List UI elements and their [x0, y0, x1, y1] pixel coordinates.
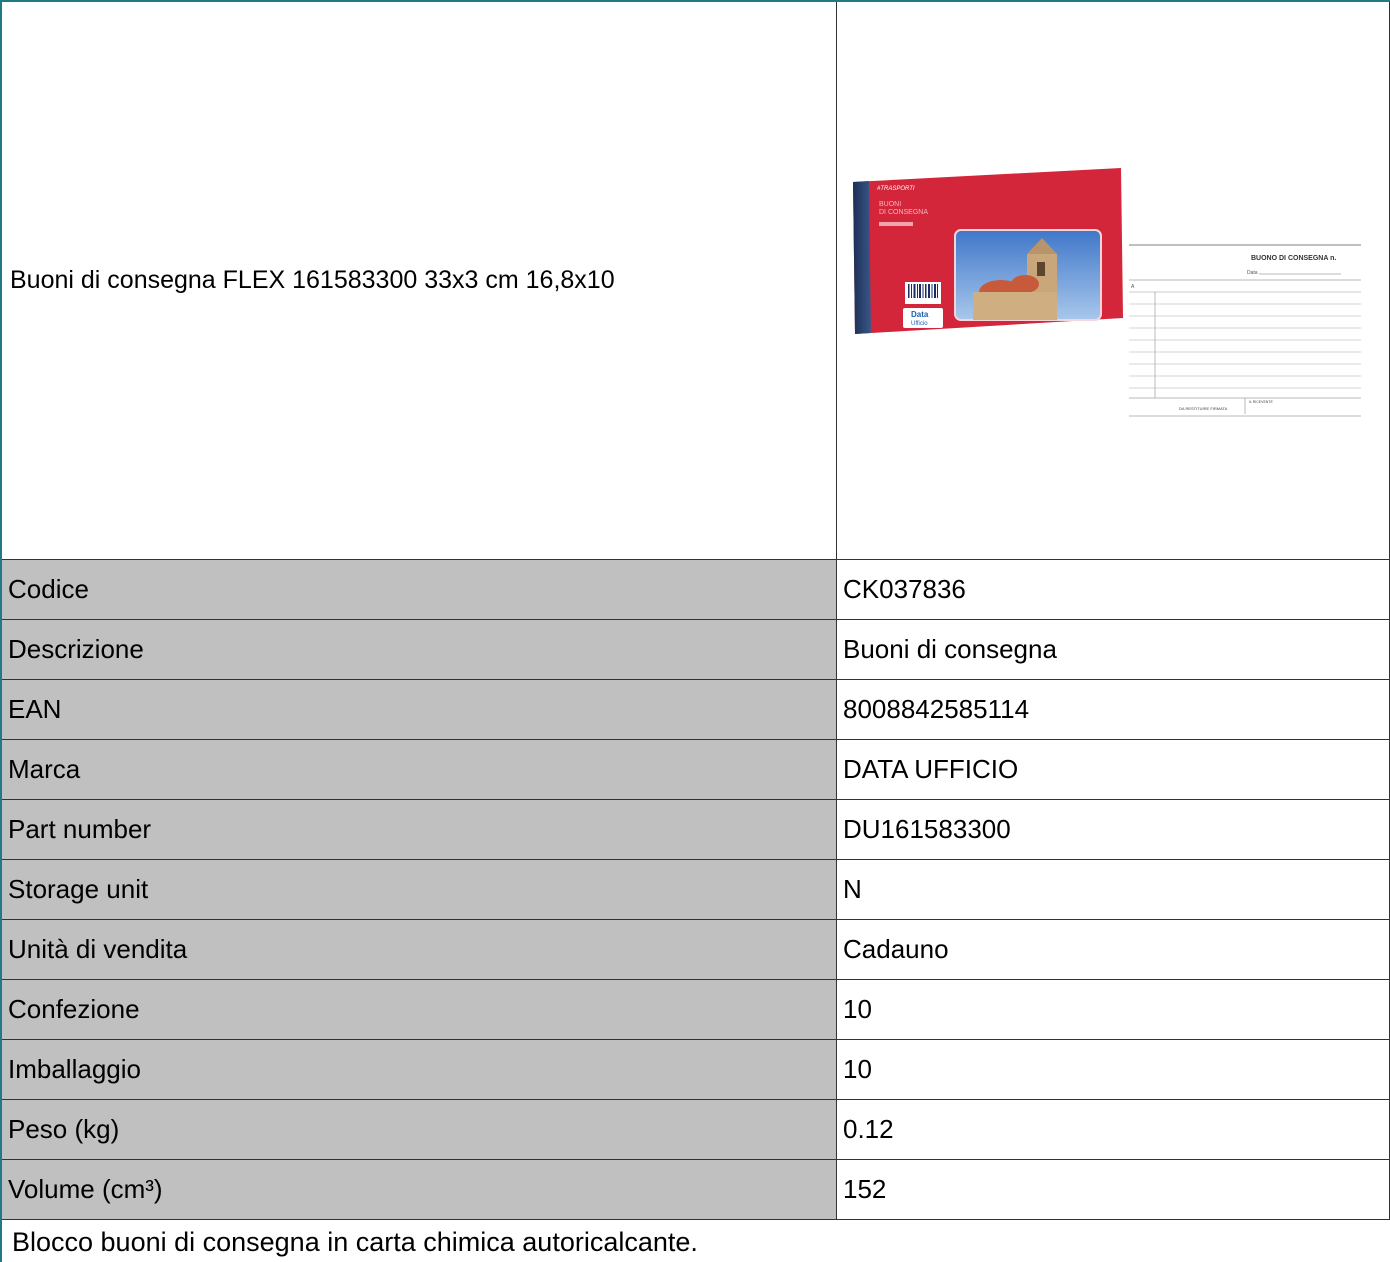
- svg-text:A: A: [1131, 284, 1135, 290]
- svg-text:IL RICEVENTE: IL RICEVENTE: [1249, 400, 1273, 404]
- spec-label: Volume (cm³): [2, 1160, 836, 1219]
- svg-text:Data: Data: [1247, 270, 1258, 276]
- spec-label: Marca: [2, 740, 836, 799]
- spec-row-ean: EAN 8008842585114: [2, 680, 1390, 740]
- spec-value: 10: [836, 980, 1390, 1039]
- spec-value: Cadauno: [836, 920, 1390, 979]
- spec-row-marca: Marca DATA UFFICIO: [2, 740, 1390, 800]
- spec-value: 8008842585114: [836, 680, 1390, 739]
- svg-text:DI CONSEGNA: DI CONSEGNA: [879, 209, 928, 216]
- spec-row-descrizione: Descrizione Buoni di consegna: [2, 620, 1390, 680]
- svg-text:Data: Data: [911, 310, 929, 319]
- spec-value: DU161583300: [836, 800, 1390, 859]
- spec-row-volume: Volume (cm³) 152: [2, 1160, 1390, 1220]
- svg-text:#TRASPORTI: #TRASPORTI: [877, 186, 915, 192]
- spec-value: CK037836: [836, 560, 1390, 619]
- spec-row-peso: Peso (kg) 0.12: [2, 1100, 1390, 1160]
- spec-label: Storage unit: [2, 860, 836, 919]
- spec-row-unita-vendita: Unità di vendita Cadauno: [2, 920, 1390, 980]
- product-title-cell: Buoni di consegna FLEX 161583300 33x3 cm…: [2, 2, 836, 559]
- spec-value: Buoni di consegna: [836, 620, 1390, 679]
- product-header-row: Buoni di consegna FLEX 161583300 33x3 cm…: [2, 2, 1390, 560]
- svg-text:BUONO DI CONSEGNA n.: BUONO DI CONSEGNA n.: [1251, 255, 1336, 262]
- spec-value: DATA UFFICIO: [836, 740, 1390, 799]
- svg-text:Ufficio: Ufficio: [911, 321, 928, 327]
- spec-row-imballaggio: Imballaggio 10: [2, 1040, 1390, 1100]
- spec-label: Codice: [2, 560, 836, 619]
- delivery-form-image: BUONO DI CONSEGNA n. Data A DA RESTITUIR…: [1129, 240, 1365, 426]
- spec-label: Unità di vendita: [2, 920, 836, 979]
- spec-value: 0.12: [836, 1100, 1390, 1159]
- spec-value: 10: [836, 1040, 1390, 1099]
- spec-row-part-number: Part number DU161583300: [2, 800, 1390, 860]
- product-sheet: Buoni di consegna FLEX 161583300 33x3 cm…: [0, 0, 1390, 1262]
- spec-row-storage-unit: Storage unit N: [2, 860, 1390, 920]
- spec-label: Descrizione: [2, 620, 836, 679]
- spec-label: Confezione: [2, 980, 836, 1039]
- spec-label: Imballaggio: [2, 1040, 836, 1099]
- product-image-cell: #TRASPORTI BUONI DI CONSEGNA Data Uffici…: [836, 2, 1390, 559]
- svg-text:DA RESTITUIRE FIRMATA: DA RESTITUIRE FIRMATA: [1179, 406, 1228, 411]
- spec-value: 152: [836, 1160, 1390, 1219]
- spec-label: EAN: [2, 680, 836, 739]
- svg-text:BUONI: BUONI: [879, 201, 901, 208]
- spec-row-codice: Codice CK037836: [2, 560, 1390, 620]
- product-description: Blocco buoni di consegna in carta chimic…: [12, 1227, 698, 1257]
- spec-label: Part number: [2, 800, 836, 859]
- spec-row-confezione: Confezione 10: [2, 980, 1390, 1040]
- spec-label: Peso (kg): [2, 1100, 836, 1159]
- spec-value: N: [836, 860, 1390, 919]
- product-title: Buoni di consegna FLEX 161583300 33x3 cm…: [10, 266, 615, 294]
- booklet-cover-image: #TRASPORTI BUONI DI CONSEGNA Data Uffici…: [853, 168, 1123, 334]
